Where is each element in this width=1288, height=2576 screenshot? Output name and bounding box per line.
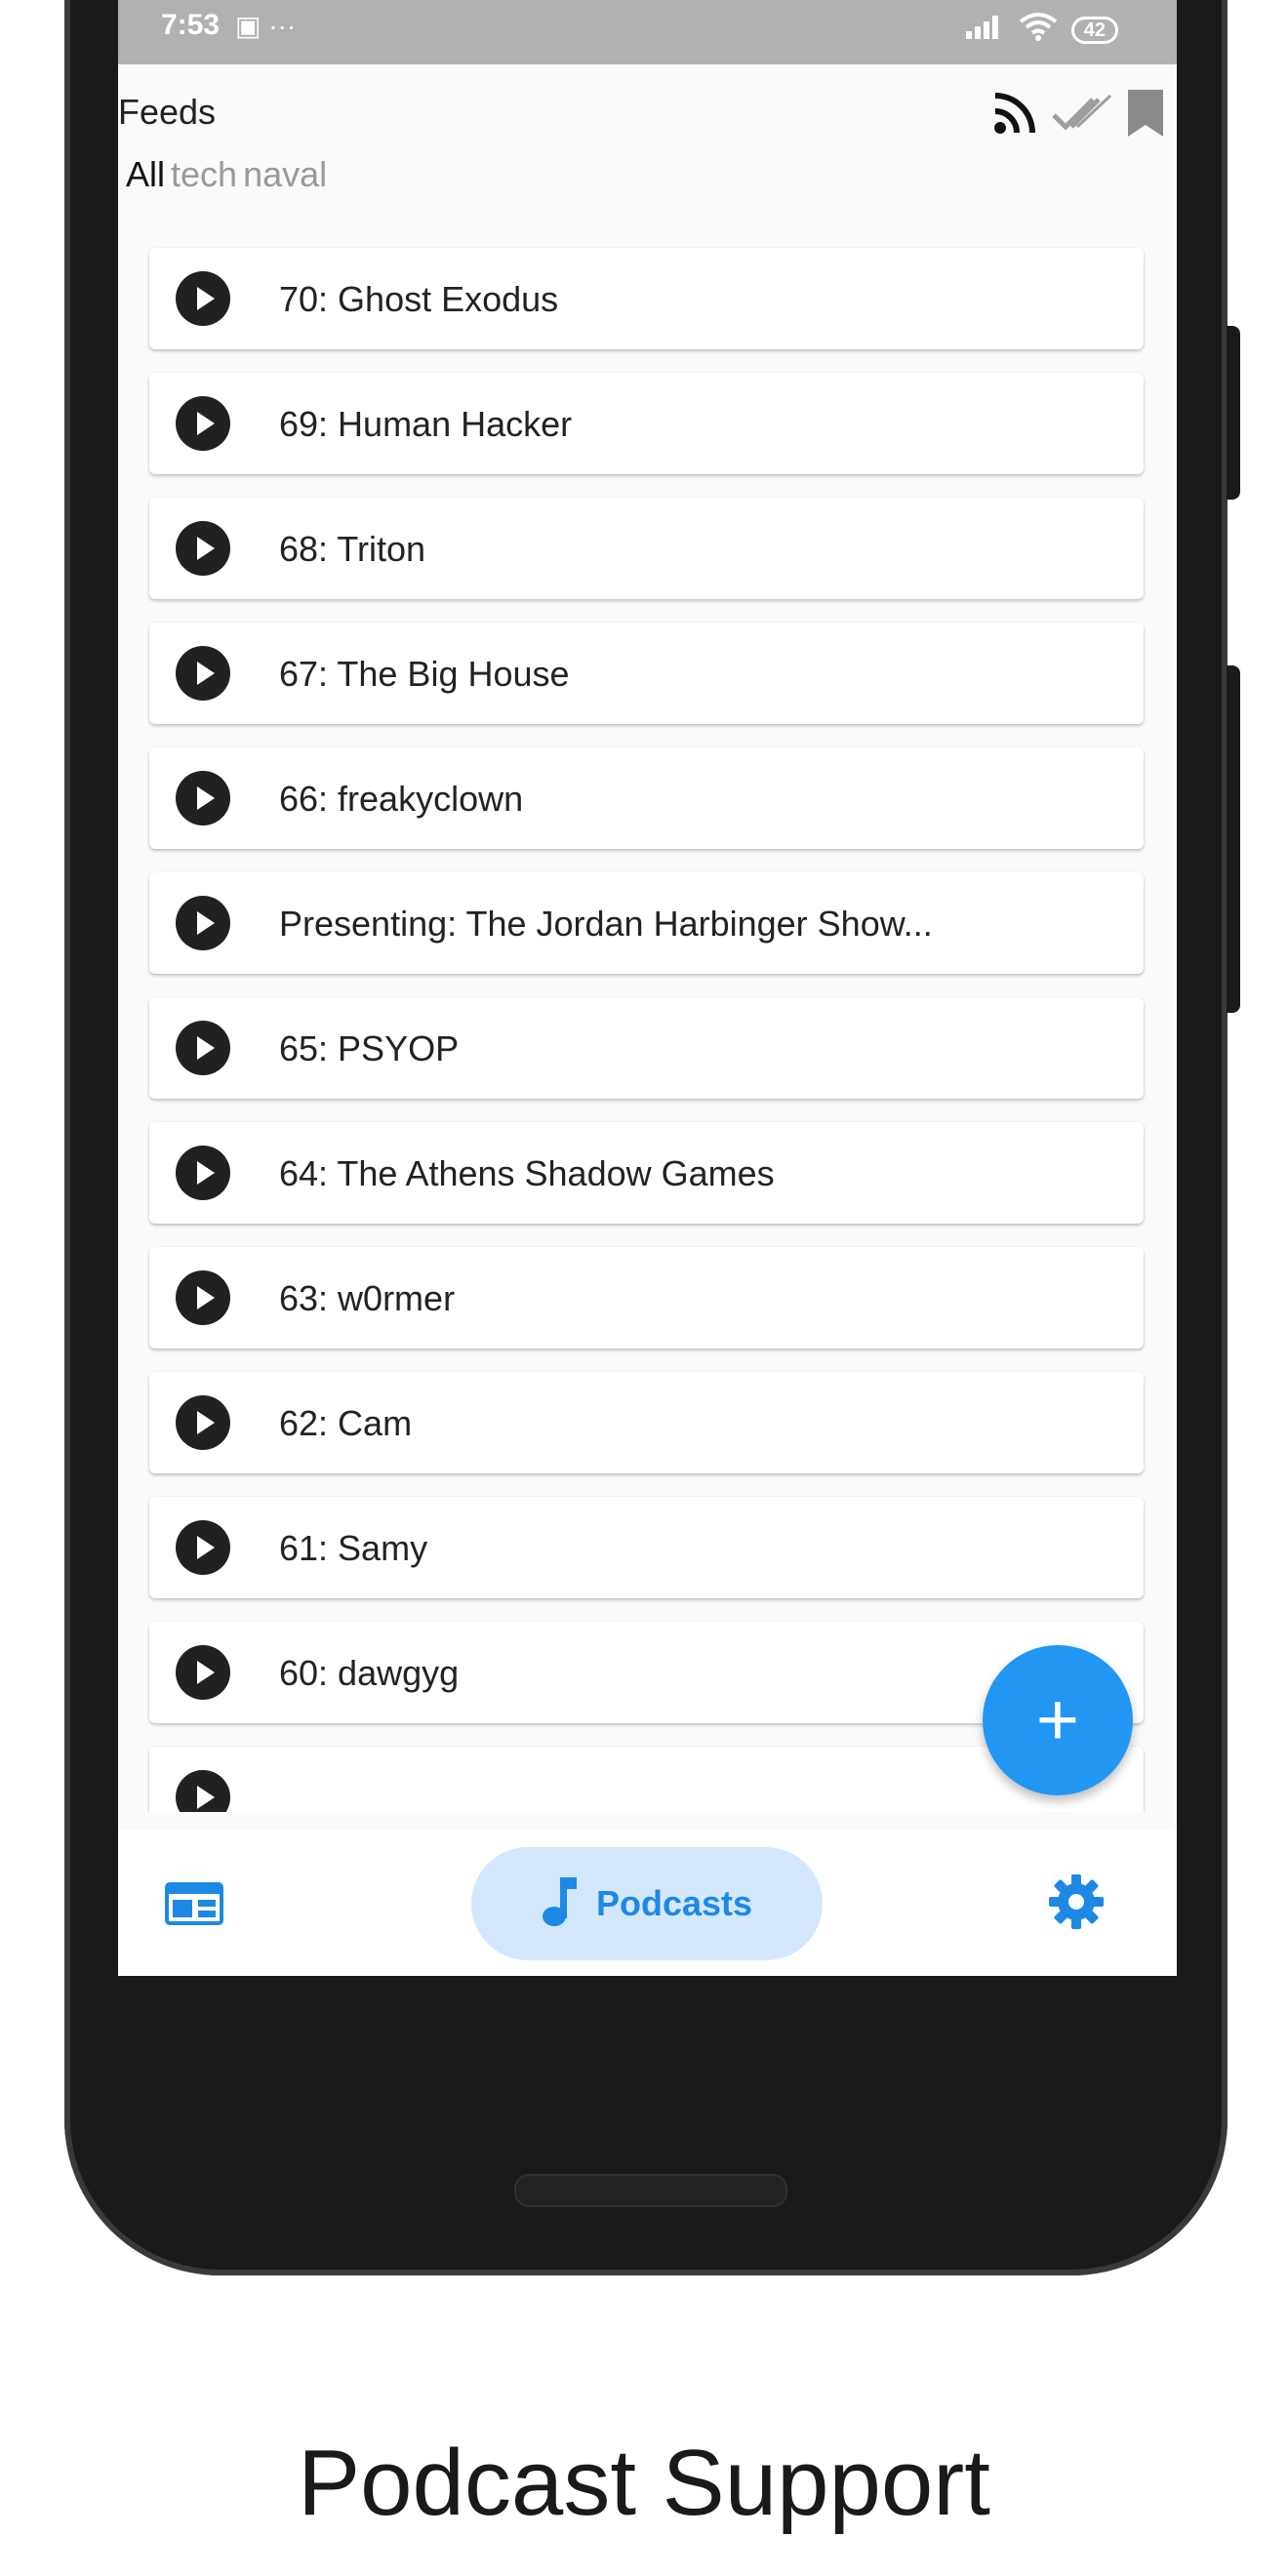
tab-all[interactable]: All — [126, 154, 165, 195]
episode-title: 62: Cam — [279, 1403, 413, 1443]
episode-title: Presenting: The Jordan Harbinger Show... — [279, 904, 933, 944]
feed-tabs: All tech naval — [126, 154, 327, 195]
speaker-grille — [514, 2174, 787, 2207]
list-item[interactable]: 62: Cam — [149, 1372, 1144, 1473]
signal-icon — [965, 14, 1005, 46]
volume-button — [1227, 326, 1240, 500]
episode-title: 70: Ghost Exodus — [279, 279, 559, 319]
list-item[interactable]: Presenting: The Jordan Harbinger Show... — [149, 872, 1144, 974]
list-item[interactable]: 66: freakyclown — [149, 747, 1144, 849]
play-icon[interactable] — [176, 1395, 230, 1450]
page-title: Feeds — [118, 92, 217, 132]
list-item[interactable]: 70: Ghost Exodus — [149, 248, 1144, 349]
wifi-icon — [1019, 12, 1058, 48]
app-screen: 7:53 ▣ ··· 42 Feeds All tech naval 70: G… — [118, 0, 1177, 1976]
episode-title: 66: freakyclown — [279, 779, 524, 819]
list-item[interactable]: 65: PSYOP — [149, 997, 1144, 1099]
list-item[interactable]: 68: Triton — [149, 498, 1144, 599]
status-time: 7:53 — [161, 9, 221, 41]
episode-title: 68: Triton — [279, 529, 426, 569]
episode-title: 60: dawgyg — [279, 1653, 460, 1693]
appbar-actions — [991, 88, 1165, 139]
episode-title: 67: The Big House — [279, 654, 570, 694]
episode-title: 61: Samy — [279, 1528, 428, 1568]
list-item[interactable]: 67: The Big House — [149, 623, 1144, 724]
play-icon[interactable] — [176, 1146, 230, 1200]
battery-indicator: 42 — [1070, 16, 1118, 44]
play-icon[interactable] — [176, 521, 230, 576]
play-icon[interactable] — [176, 1770, 230, 1812]
nav-podcasts[interactable]: Podcasts — [471, 1847, 823, 1960]
list-item[interactable]: 64: The Athens Shadow Games — [149, 1122, 1144, 1224]
music-note-icon — [542, 1875, 579, 1933]
nav-podcasts-label: Podcasts — [595, 1883, 753, 1923]
status-notification-icons: ▣ ··· — [235, 11, 297, 41]
play-icon[interactable] — [176, 1520, 230, 1575]
bottom-navigation: Podcasts — [118, 1830, 1177, 1976]
play-icon[interactable] — [176, 1645, 230, 1700]
power-button — [1227, 665, 1240, 1013]
episode-title: 63: w0rmer — [279, 1278, 456, 1318]
play-icon[interactable] — [176, 1270, 230, 1325]
episode-list: 70: Ghost Exodus 69: Human Hacker 68: Tr… — [118, 246, 1177, 1812]
feeds-icon[interactable] — [165, 1880, 223, 1932]
play-icon[interactable] — [176, 646, 230, 701]
play-icon[interactable] — [176, 771, 230, 825]
double-check-icon[interactable] — [1052, 94, 1112, 133]
play-icon[interactable] — [176, 271, 230, 326]
list-item[interactable]: 63: w0rmer — [149, 1247, 1144, 1348]
play-icon[interactable] — [176, 396, 230, 451]
tab-tech[interactable]: tech — [171, 154, 237, 195]
caption: Podcast Support — [298, 2431, 990, 2535]
rss-icon[interactable] — [991, 90, 1038, 137]
episode-title: 64: The Athens Shadow Games — [279, 1153, 775, 1193]
episode-title: 65: PSYOP — [279, 1028, 460, 1068]
bookmark-icon[interactable] — [1126, 88, 1165, 139]
tab-naval[interactable]: naval — [243, 154, 327, 195]
status-icons: 42 — [965, 12, 1118, 48]
list-item[interactable]: 61: Samy — [149, 1497, 1144, 1598]
status-bar: 7:53 ▣ ··· 42 — [118, 0, 1177, 64]
gear-icon[interactable] — [1047, 1872, 1106, 1936]
list-item[interactable]: 69: Human Hacker — [149, 373, 1144, 474]
play-icon[interactable] — [176, 1021, 230, 1075]
episode-title: 69: Human Hacker — [279, 404, 573, 444]
play-icon[interactable] — [176, 896, 230, 950]
add-button[interactable]: + — [983, 1645, 1133, 1795]
